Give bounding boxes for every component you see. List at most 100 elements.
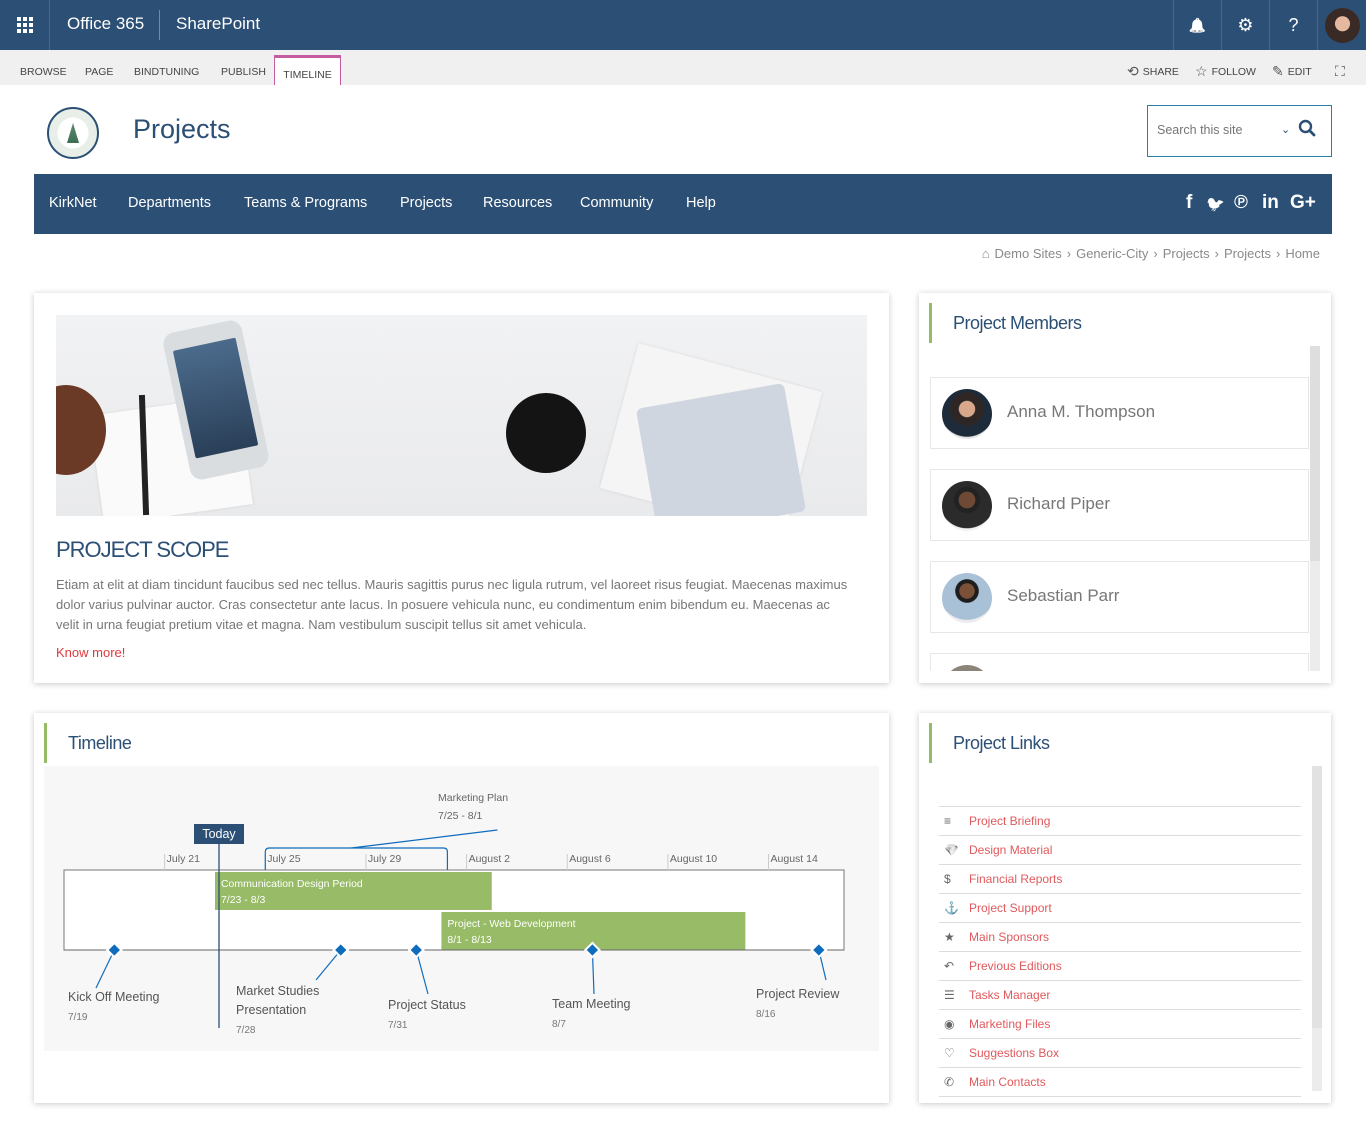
question-icon: ?	[1288, 14, 1299, 35]
share-icon: ⟲	[1127, 63, 1139, 79]
axis-tick-label: July 25	[267, 853, 300, 865]
share-button[interactable]: ⟲ SHARE	[1127, 63, 1179, 80]
nav-item-projects[interactable]: Projects	[400, 195, 452, 211]
member-avatar	[942, 389, 992, 439]
link-item[interactable]: ✆ Main Contacts	[939, 1068, 1301, 1097]
nav-item-resources[interactable]: Resources	[483, 195, 552, 211]
member-item[interactable]: Anna M. Thompson	[930, 377, 1309, 449]
google-plus-icon[interactable]: G+	[1290, 192, 1316, 214]
lightbulb-icon: ♡	[944, 1046, 955, 1060]
ribbon-tab-publish[interactable]: PUBLISH	[221, 66, 266, 78]
milestone-date: 8/7	[552, 1019, 566, 1030]
link-label[interactable]: Project Support	[969, 901, 1052, 915]
member-avatar	[942, 573, 992, 623]
timeline-svg: July 21 July 25 July 29 August 2 August 6 Aug…	[63, 792, 845, 1036]
callout-title: Marketing Plan	[438, 792, 508, 804]
link-item[interactable]: ◉ Marketing Files	[939, 1010, 1301, 1039]
scrollbar-thumb[interactable]	[1310, 346, 1320, 561]
project-scope-card: PROJECT SCOPE Etiam at elit at diam tinc…	[34, 293, 889, 683]
member-name: Sebastian Parr	[1007, 586, 1120, 605]
user-avatar[interactable]	[1325, 8, 1360, 43]
axis-tick-label: July 29	[368, 853, 401, 865]
link-item[interactable]: ★ Main Sponsors	[939, 923, 1301, 952]
link-item[interactable]: ☰ Tasks Manager	[939, 981, 1301, 1010]
breadcrumb-item[interactable]: Generic-City	[1076, 246, 1148, 261]
links-title: Project Links	[929, 723, 1050, 763]
scrollbar-thumb[interactable]	[1312, 766, 1322, 1028]
search-icon[interactable]	[1298, 119, 1316, 137]
ribbon-tab-browse[interactable]: BROWSE	[20, 66, 67, 78]
pinterest-icon[interactable]: ℗	[1234, 192, 1248, 214]
settings-button[interactable]: ⚙	[1221, 0, 1269, 50]
site-title[interactable]: Projects	[133, 114, 231, 145]
link-label[interactable]: Financial Reports	[969, 872, 1062, 886]
link-item[interactable]: ⚓ Project Support	[939, 894, 1301, 923]
link-label[interactable]: Previous Editions	[969, 959, 1062, 973]
facebook-icon[interactable]: f	[1186, 192, 1192, 214]
link-label[interactable]: Tasks Manager	[969, 988, 1050, 1002]
link-item[interactable]: $ Financial Reports	[939, 865, 1301, 894]
sharepoint-link[interactable]: SharePoint	[176, 14, 260, 34]
breadcrumb-item[interactable]: Projects	[1224, 246, 1271, 261]
follow-label: FOLLOW	[1211, 65, 1256, 78]
link-label[interactable]: Marketing Files	[969, 1017, 1050, 1031]
member-item[interactable]: Sebastian Parr	[930, 561, 1309, 633]
search-box: ⌄	[1147, 105, 1332, 157]
breadcrumb-item[interactable]: Projects	[1163, 246, 1210, 261]
member-item[interactable]: Richard Piper	[930, 469, 1309, 541]
search-scope-dropdown[interactable]: ⌄	[1281, 123, 1290, 136]
nav-item-help[interactable]: Help	[686, 195, 716, 211]
link-label[interactable]: Main Sponsors	[969, 930, 1049, 944]
link-label[interactable]: Project Briefing	[969, 814, 1050, 828]
ribbon-tab-timeline[interactable]: TIMELINE	[274, 55, 341, 85]
breadcrumb-item[interactable]: Demo Sites	[995, 246, 1062, 261]
link-label[interactable]: Design Material	[969, 843, 1052, 857]
star-icon: ★	[944, 930, 955, 944]
know-more-link[interactable]: Know more!	[56, 645, 125, 660]
scope-body: Etiam at elit at diam tincidunt faucibus…	[56, 577, 848, 632]
breadcrumb-separator: ›	[1214, 246, 1219, 261]
nav-item-departments[interactable]: Departments	[128, 195, 211, 211]
target-icon: ◉	[944, 1017, 955, 1031]
home-icon[interactable]: ⌂	[982, 246, 990, 261]
focus-icon: ⛶	[1335, 63, 1345, 79]
link-item[interactable]: 💎 Design Material	[939, 836, 1301, 865]
member-item[interactable]	[930, 653, 1309, 671]
phone-icon: ✆	[944, 1075, 955, 1089]
ribbon-tab-bindtuning[interactable]: BINDTUNING	[134, 66, 199, 78]
links-list: ≡ Project Briefing 💎 Design Material $ Financ…	[939, 806, 1301, 1097]
twitter-icon[interactable]: 🐦	[1206, 195, 1225, 213]
breadcrumb-separator: ›	[1153, 246, 1158, 261]
link-item[interactable]: ↶ Previous Editions	[939, 952, 1301, 981]
link-label[interactable]: Suggestions Box	[969, 1046, 1059, 1060]
axis-tick-label: July 21	[167, 853, 200, 865]
milestone-date: 7/19	[68, 1012, 88, 1023]
waffle-icon	[16, 17, 33, 33]
timeline-bar-title: Communication Design Period	[221, 878, 363, 890]
help-button[interactable]: ?	[1269, 0, 1317, 50]
focus-mode-button[interactable]: ⛶	[1335, 63, 1345, 80]
nav-item-teams-programs[interactable]: Teams & Programs	[244, 195, 367, 211]
link-item[interactable]: ♡ Suggestions Box	[939, 1039, 1301, 1068]
site-logo[interactable]	[47, 107, 99, 159]
nav-item-community[interactable]: Community	[580, 195, 653, 211]
edit-button[interactable]: ✎ EDIT	[1272, 63, 1312, 80]
link-item[interactable]: ≡ Project Briefing	[939, 807, 1301, 836]
follow-button[interactable]: ☆ FOLLOW	[1195, 63, 1256, 80]
link-label[interactable]: Main Contacts	[969, 1075, 1046, 1089]
member-avatar	[942, 481, 992, 531]
milestone-date: 7/31	[388, 1020, 408, 1031]
notifications-button[interactable]: 🔔	[1173, 0, 1221, 50]
members-scrollbar[interactable]	[1310, 346, 1320, 671]
ribbon-tab-page[interactable]: PAGE	[85, 66, 113, 78]
nav-item-kirknet[interactable]: KirkNet	[49, 195, 97, 211]
member-avatar	[942, 665, 992, 671]
linkedin-icon[interactable]: in	[1262, 192, 1279, 214]
milestone-title: Team Meeting	[552, 997, 631, 1011]
links-scrollbar[interactable]	[1312, 766, 1322, 1091]
app-launcher-button[interactable]	[0, 0, 50, 50]
search-input[interactable]	[1157, 123, 1277, 137]
milestone-title: Project Review	[756, 987, 840, 1001]
office-365-link[interactable]: Office 365	[67, 14, 144, 34]
axis-tick-label: August 14	[771, 853, 818, 865]
